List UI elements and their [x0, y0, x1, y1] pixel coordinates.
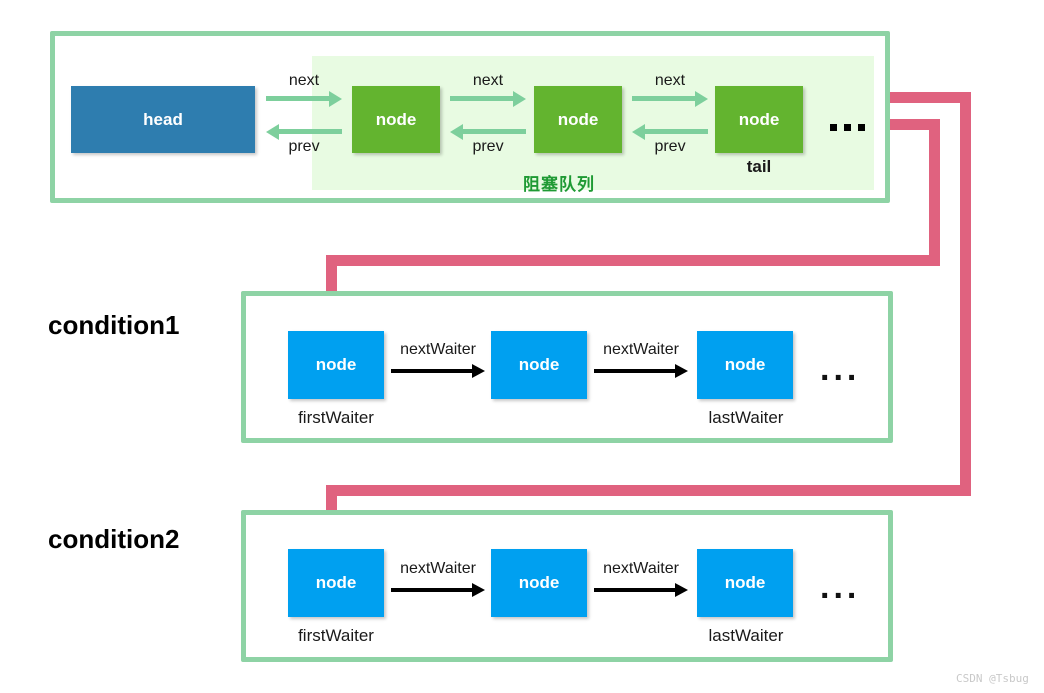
condition2-node-2: node	[491, 549, 587, 617]
condition1-node-1: node	[288, 331, 384, 399]
condition1-title: condition1	[48, 310, 180, 340]
prev-arrow-1	[266, 123, 342, 140]
condition1-node-1-label: node	[315, 355, 357, 374]
queue-node-1-label: node	[375, 109, 417, 129]
queue-node-2-label: node	[557, 109, 599, 129]
next-label-3: next	[654, 72, 686, 89]
condition1-nextwaiter-arrow-1	[391, 364, 485, 378]
condition2-title: condition2	[48, 524, 180, 554]
next-arrow-3	[632, 90, 708, 107]
prev-label-1: prev	[288, 138, 320, 155]
pink-link-condition2-horizontal	[326, 485, 971, 496]
next-arrow-1	[266, 90, 342, 107]
pink-link-condition2-riser	[960, 92, 971, 493]
condition2-firstwaiter-caption: firstWaiter	[298, 626, 374, 645]
condition2-nextwaiter-label-2: nextWaiter	[603, 560, 679, 577]
condition2-nextwaiter-label-1: nextWaiter	[400, 560, 476, 577]
condition1-node-2-label: node	[518, 355, 560, 374]
next-label-2: next	[472, 72, 504, 89]
prev-arrow-3	[632, 123, 708, 140]
next-label-1: next	[288, 72, 320, 89]
prev-label-3: prev	[654, 138, 686, 155]
queue-overflow-dots	[830, 124, 865, 131]
diagram-canvas: 阻塞队列 head next prev node next prev node …	[0, 0, 1044, 693]
prev-label-2: prev	[472, 138, 504, 155]
condition1-nextwaiter-label-2: nextWaiter	[603, 341, 679, 358]
next-arrow-2	[450, 90, 526, 107]
condition2-node-1-label: node	[315, 573, 357, 592]
queue-node-1: node	[352, 86, 440, 153]
pink-link-condition1-riser	[929, 119, 940, 261]
tail-caption: tail	[746, 157, 772, 176]
pink-link-condition1-horizontal	[326, 255, 940, 266]
queue-node-tail: node	[715, 86, 803, 153]
condition2-lastwaiter-caption: lastWaiter	[708, 626, 784, 645]
condition2-overflow-dots: ...	[820, 568, 861, 606]
condition1-node-2: node	[491, 331, 587, 399]
condition1-nextwaiter-arrow-2	[594, 364, 688, 378]
queue-node-2: node	[534, 86, 622, 153]
condition1-node-3: node	[697, 331, 793, 399]
condition2-node-1: node	[288, 549, 384, 617]
queue-node-tail-label: node	[738, 109, 780, 129]
blocking-queue-label: 阻塞队列	[523, 175, 595, 194]
condition1-lastwaiter-caption: lastWaiter	[708, 408, 784, 427]
condition2-node-3-label: node	[724, 573, 766, 592]
condition1-firstwaiter-caption: firstWaiter	[298, 408, 374, 427]
condition2-node-3: node	[697, 549, 793, 617]
head-box-label: head	[143, 109, 183, 129]
prev-arrow-2	[450, 123, 526, 140]
condition1-nextwaiter-label-1: nextWaiter	[400, 341, 476, 358]
condition2-nextwaiter-arrow-1	[391, 583, 485, 597]
watermark: CSDN @Tsbug	[956, 672, 1029, 685]
condition1-overflow-dots: ...	[820, 350, 861, 388]
head-box: head	[71, 86, 255, 153]
condition1-node-3-label: node	[724, 355, 766, 374]
condition2-nextwaiter-arrow-2	[594, 583, 688, 597]
condition2-node-2-label: node	[518, 573, 560, 592]
